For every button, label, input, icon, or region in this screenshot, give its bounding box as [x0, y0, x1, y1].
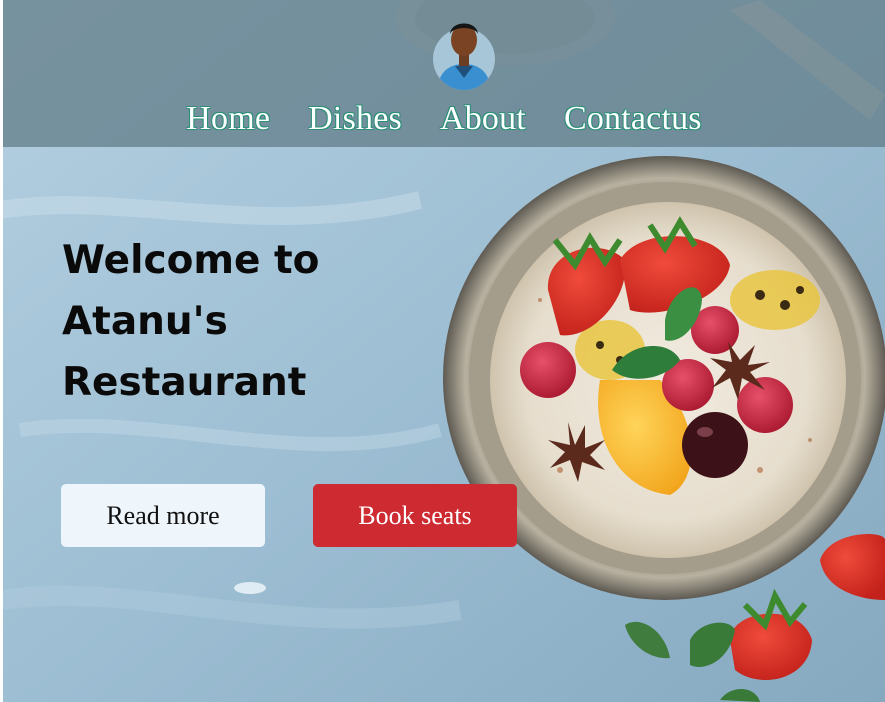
- hero-title-line-1: Welcome to: [62, 238, 320, 283]
- hero-title-line-2: Atanu's: [62, 299, 228, 344]
- read-more-button[interactable]: Read more: [61, 484, 265, 547]
- avatar[interactable]: [433, 12, 495, 90]
- nav-menu: Home Dishes About Contactus: [3, 100, 885, 138]
- book-seats-button[interactable]: Book seats: [313, 484, 517, 547]
- nav-item-contactus: Contactus: [564, 100, 702, 138]
- nav-link-contactus[interactable]: Contactus: [564, 100, 702, 137]
- profile-photo-icon: [433, 23, 495, 90]
- hero-title-line-3: Restaurant: [62, 360, 307, 405]
- nav-link-about[interactable]: About: [440, 100, 526, 137]
- nav-item-home: Home: [186, 100, 270, 138]
- nav-link-home[interactable]: Home: [186, 100, 270, 137]
- top-navbar: Home Dishes About Contactus: [3, 0, 885, 147]
- nav-item-dishes: Dishes: [308, 100, 402, 138]
- nav-link-dishes[interactable]: Dishes: [308, 100, 402, 137]
- page: Home Dishes About Contactus Welcome to A…: [0, 0, 885, 702]
- hero-title: Welcome to Atanu's Restaurant: [62, 230, 362, 413]
- nav-item-about: About: [440, 100, 526, 138]
